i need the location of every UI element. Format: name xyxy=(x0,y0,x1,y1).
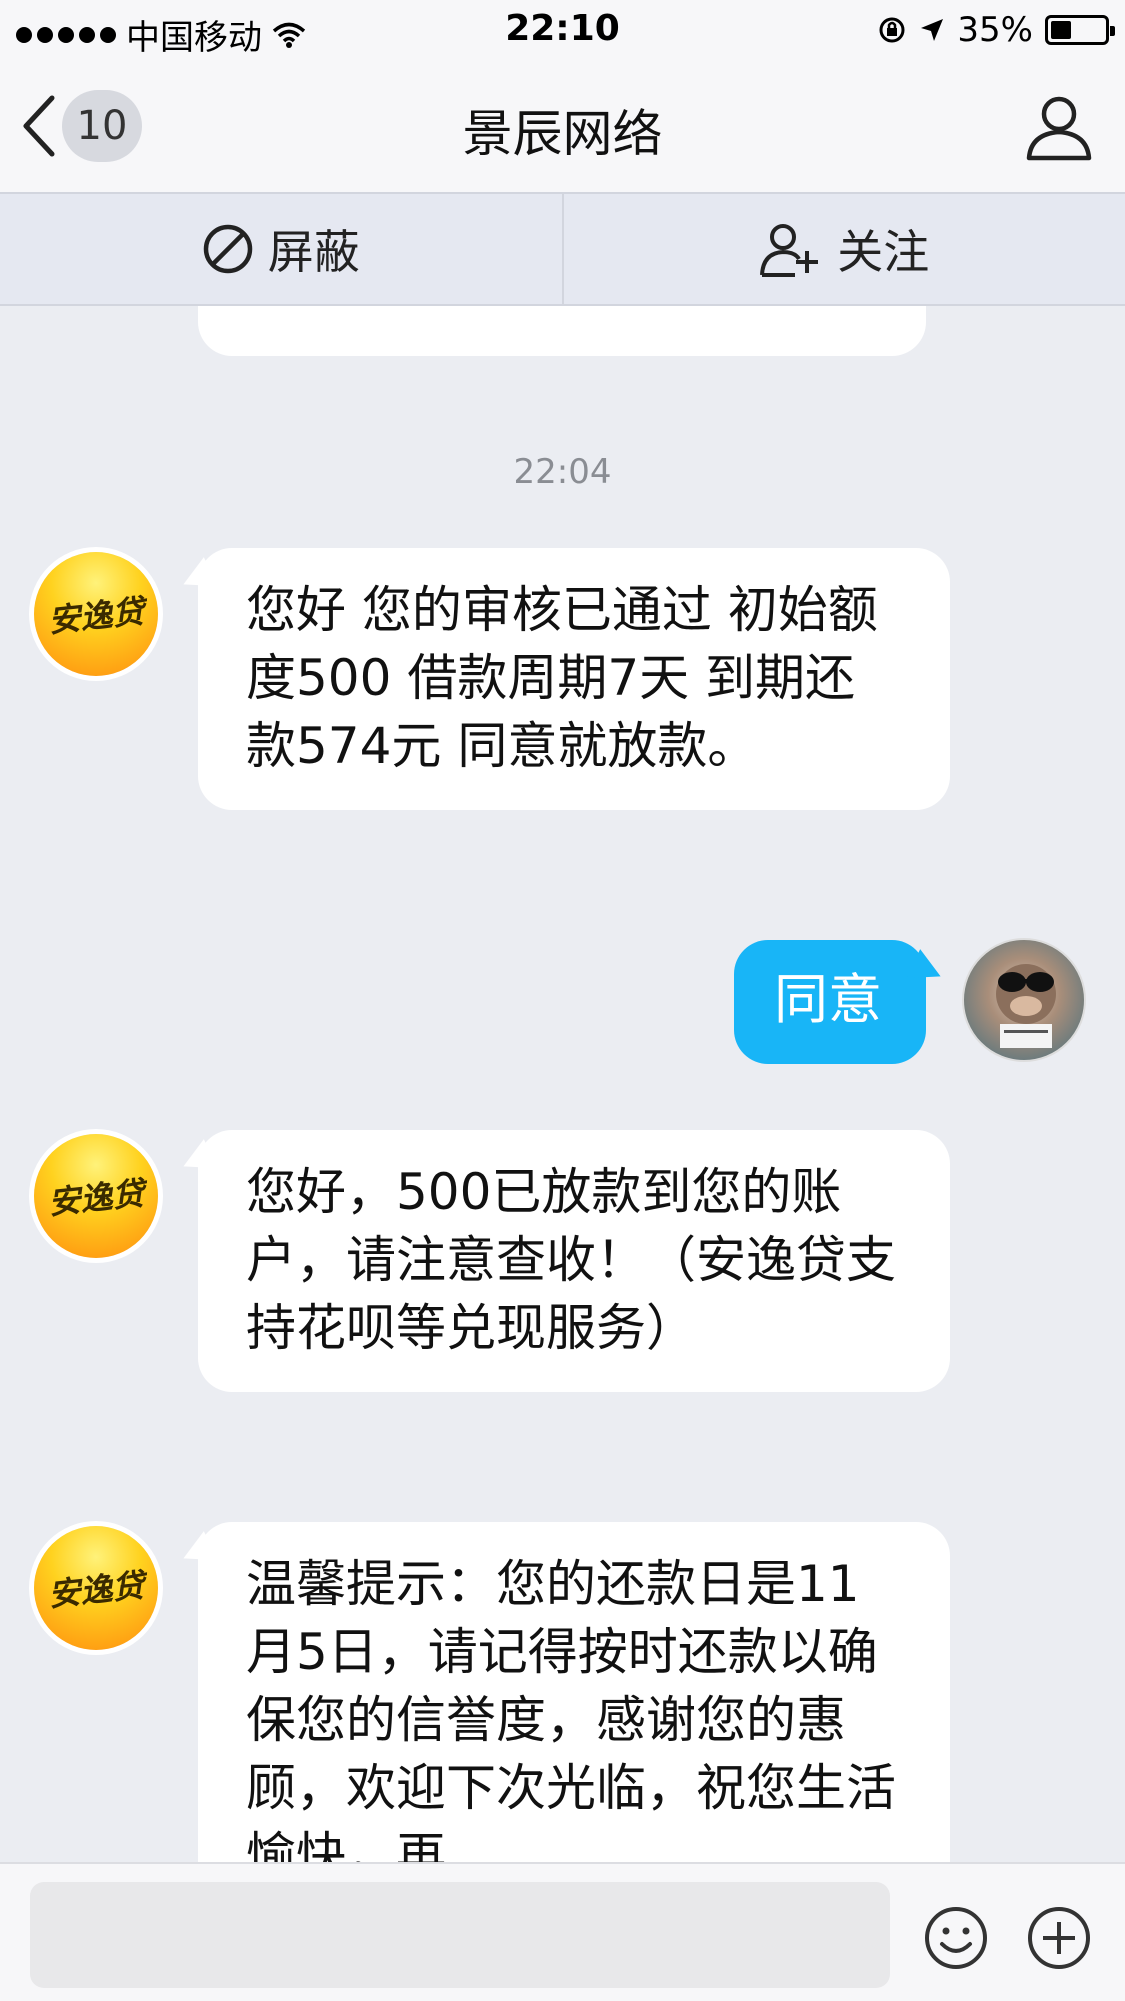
profile-button[interactable] xyxy=(1023,90,1095,166)
sender-avatar[interactable]: 安逸贷 xyxy=(34,552,158,676)
message-text: 您好 您的审核已通过 初始额度500 借款周期7天 到期还款574元 同意就放款… xyxy=(246,581,878,775)
plus-circle-icon xyxy=(1028,1907,1090,1969)
person-icon xyxy=(1026,96,1092,161)
ban-icon xyxy=(203,224,252,274)
emoji-button[interactable] xyxy=(922,1904,990,1976)
sender-avatar[interactable]: 安逸贷 xyxy=(34,1134,158,1258)
chat-area[interactable]: 22:04 安逸贷 您好 您的审核已通过 初始额度500 借款周期7天 到期还款… xyxy=(0,306,1125,1862)
user-avatar[interactable] xyxy=(962,938,1086,1062)
message-text: 温馨提示：您的还款日是11月5日，请记得按时还款以确保您的信誉度，感谢您的惠顾，… xyxy=(246,1555,896,1862)
monkey-avatar-icon xyxy=(996,964,1056,1048)
follow-label: 关注 xyxy=(837,225,930,279)
page-title: 景辰网络 xyxy=(462,105,663,163)
action-bar: 屏蔽 关注 xyxy=(0,192,1125,306)
block-label: 屏蔽 xyxy=(267,225,360,279)
avatar-logo-text: 安逸贷 xyxy=(46,1174,146,1222)
message-text: 您好，500已放款到您的账户，请注意查收！（安逸贷支持花呗等兑现服务） xyxy=(246,1163,896,1357)
block-button[interactable]: 屏蔽 xyxy=(0,194,562,304)
message-bubble-incoming[interactable]: 您好，500已放款到您的账户，请注意查收！（安逸贷支持花呗等兑现服务） xyxy=(198,1130,950,1392)
nav-bar: 10 景辰网络 xyxy=(0,62,1125,192)
avatar-logo-text: 安逸贷 xyxy=(46,592,146,640)
status-bar: 中国移动 22:10 35% xyxy=(0,0,1125,62)
avatar-logo-text: 安逸贷 xyxy=(46,1566,146,1614)
input-bar xyxy=(0,1862,1125,2001)
message-bubble-incoming[interactable]: 温馨提示：您的还款日是11月5日，请记得按时还款以确保您的信誉度，感谢您的惠顾，… xyxy=(198,1522,950,1862)
smiley-icon xyxy=(925,1907,987,1969)
more-button[interactable] xyxy=(1025,1904,1093,1976)
battery-icon xyxy=(1045,15,1115,45)
add-person-icon xyxy=(760,224,819,277)
message-text: 同意 xyxy=(774,968,882,1031)
battery-percent: 35% xyxy=(957,10,1033,50)
orientation-lock-icon xyxy=(879,17,905,43)
sender-avatar[interactable]: 安逸贷 xyxy=(34,1526,158,1650)
message-timestamp: 22:04 xyxy=(513,452,612,492)
location-arrow-icon xyxy=(921,19,944,41)
status-right: 35% xyxy=(877,10,1115,50)
message-bubble-outgoing[interactable]: 同意 xyxy=(734,940,926,1064)
message-bubble-incoming[interactable]: 您好 您的审核已通过 初始额度500 借款周期7天 到期还款574元 同意就放款… xyxy=(198,548,950,810)
message-input[interactable] xyxy=(30,1882,890,1988)
message-bubble-partial xyxy=(198,306,926,356)
follow-button[interactable]: 关注 xyxy=(561,194,1125,304)
